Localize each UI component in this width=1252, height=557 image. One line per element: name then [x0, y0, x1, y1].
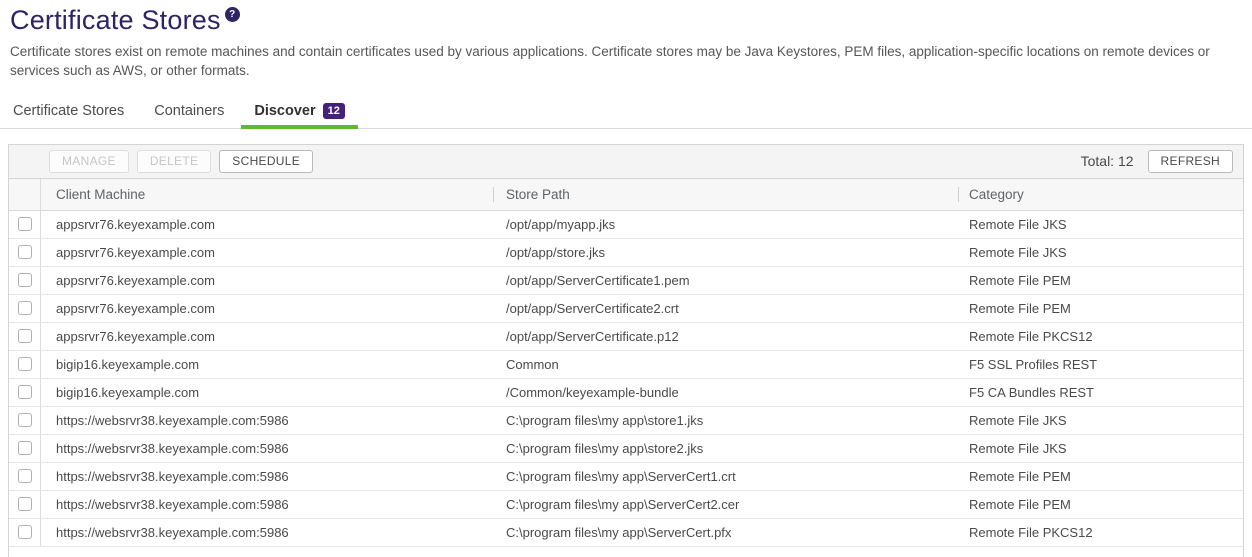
certificate-stores-grid: MANAGE DELETE SCHEDULE Total: 12 REFRESH…: [8, 144, 1244, 557]
tab-discover[interactable]: Discover 12: [241, 95, 358, 129]
row-checkbox-cell: [9, 463, 41, 490]
page-description: Certificate stores exist on remote machi…: [10, 43, 1242, 81]
category-cell: Remote File PEM: [958, 273, 1243, 288]
client-machine-cell: bigip16.keyexample.com: [41, 385, 493, 400]
page-header: Certificate Stores ? Certificate stores …: [0, 0, 1252, 81]
category-cell: Remote File JKS: [958, 441, 1243, 456]
table-row: appsrvr76.keyexample.com /opt/app/Server…: [9, 295, 1243, 323]
row-checkbox-cell: [9, 435, 41, 462]
category-cell: F5 SSL Profiles REST: [958, 357, 1243, 372]
row-checkbox-cell: [9, 379, 41, 406]
client-machine-cell: appsrvr76.keyexample.com: [41, 245, 493, 260]
manage-button[interactable]: MANAGE: [49, 150, 129, 173]
category-cell: Remote File PEM: [958, 301, 1243, 316]
store-path-cell: /opt/app/ServerCertificate2.crt: [493, 301, 958, 316]
table-row: appsrvr76.keyexample.com /opt/app/Server…: [9, 323, 1243, 351]
tab-containers[interactable]: Containers: [141, 95, 237, 128]
tab-badge: 12: [323, 103, 345, 119]
schedule-button[interactable]: SCHEDULE: [219, 150, 313, 173]
tab-label: Containers: [154, 103, 224, 119]
store-path-cell: /opt/app/myapp.jks: [493, 217, 958, 232]
row-checkbox-cell: [9, 491, 41, 518]
table-header: Client Machine Store Path Category: [9, 179, 1243, 211]
row-checkbox[interactable]: [18, 357, 32, 371]
table-row: https://websrvr38.keyexample.com:5986 C:…: [9, 463, 1243, 491]
row-checkbox-cell: [9, 351, 41, 378]
category-cell: Remote File JKS: [958, 413, 1243, 428]
total-count: Total: 12: [1081, 153, 1134, 169]
client-machine-cell: https://websrvr38.keyexample.com:5986: [41, 469, 493, 484]
page-title: Certificate Stores: [10, 4, 221, 36]
client-machine-cell: appsrvr76.keyexample.com: [41, 273, 493, 288]
store-path-cell: Common: [493, 357, 958, 372]
row-checkbox-cell: [9, 267, 41, 294]
client-machine-cell: appsrvr76.keyexample.com: [41, 217, 493, 232]
store-path-cell: /opt/app/ServerCertificate.p12: [493, 329, 958, 344]
row-checkbox[interactable]: [18, 245, 32, 259]
row-checkbox[interactable]: [18, 273, 32, 287]
store-path-cell: /opt/app/ServerCertificate1.pem: [493, 273, 958, 288]
row-checkbox[interactable]: [18, 441, 32, 455]
client-machine-cell: https://websrvr38.keyexample.com:5986: [41, 413, 493, 428]
row-checkbox-cell: [9, 323, 41, 350]
column-header-store-path[interactable]: Store Path: [493, 187, 958, 202]
header-checkbox-cell: [9, 179, 41, 210]
store-path-cell: /Common/keyexample-bundle: [493, 385, 958, 400]
client-machine-cell: https://websrvr38.keyexample.com:5986: [41, 497, 493, 512]
tab-label: Discover: [254, 103, 315, 119]
row-checkbox-cell: [9, 295, 41, 322]
table-row: https://websrvr38.keyexample.com:5986 C:…: [9, 407, 1243, 435]
row-checkbox[interactable]: [18, 217, 32, 231]
client-machine-cell: appsrvr76.keyexample.com: [41, 301, 493, 316]
client-machine-cell: appsrvr76.keyexample.com: [41, 329, 493, 344]
store-path-cell: /opt/app/store.jks: [493, 245, 958, 260]
row-checkbox[interactable]: [18, 329, 32, 343]
row-checkbox[interactable]: [18, 497, 32, 511]
column-header-client-machine[interactable]: Client Machine: [41, 187, 493, 202]
store-path-cell: C:\program files\my app\ServerCert2.cer: [493, 497, 958, 512]
client-machine-cell: https://websrvr38.keyexample.com:5986: [41, 441, 493, 456]
row-checkbox[interactable]: [18, 469, 32, 483]
grid-toolbar: MANAGE DELETE SCHEDULE Total: 12 REFRESH: [9, 145, 1243, 179]
column-header-category[interactable]: Category: [958, 187, 1243, 202]
tab-certificate-stores[interactable]: Certificate Stores: [0, 95, 137, 128]
row-checkbox-cell: [9, 407, 41, 434]
category-cell: Remote File PKCS12: [958, 525, 1243, 540]
store-path-cell: C:\program files\my app\ServerCert.pfx: [493, 525, 958, 540]
tabs: Certificate Stores Containers Discover 1…: [0, 95, 1252, 129]
category-cell: Remote File JKS: [958, 217, 1243, 232]
row-checkbox-cell: [9, 211, 41, 238]
table-row: appsrvr76.keyexample.com /opt/app/store.…: [9, 239, 1243, 267]
table-row: https://websrvr38.keyexample.com:5986 C:…: [9, 491, 1243, 519]
table-row: https://websrvr38.keyexample.com:5986 C:…: [9, 519, 1243, 547]
delete-button[interactable]: DELETE: [137, 150, 211, 173]
store-path-cell: C:\program files\my app\store1.jks: [493, 413, 958, 428]
store-path-cell: C:\program files\my app\store2.jks: [493, 441, 958, 456]
category-cell: Remote File JKS: [958, 245, 1243, 260]
table-row: https://websrvr38.keyexample.com:5986 C:…: [9, 435, 1243, 463]
row-checkbox[interactable]: [18, 525, 32, 539]
row-checkbox-cell: [9, 239, 41, 266]
tab-label: Certificate Stores: [13, 103, 124, 119]
category-cell: Remote File PEM: [958, 497, 1243, 512]
row-checkbox[interactable]: [18, 385, 32, 399]
table-row: bigip16.keyexample.com /Common/keyexampl…: [9, 379, 1243, 407]
table-row: appsrvr76.keyexample.com /opt/app/myapp.…: [9, 211, 1243, 239]
category-cell: Remote File PEM: [958, 469, 1243, 484]
grid-footer: [9, 547, 1243, 557]
row-checkbox-cell: [9, 519, 41, 546]
table-body: appsrvr76.keyexample.com /opt/app/myapp.…: [9, 211, 1243, 547]
category-cell: Remote File PKCS12: [958, 329, 1243, 344]
row-checkbox[interactable]: [18, 301, 32, 315]
store-path-cell: C:\program files\my app\ServerCert1.crt: [493, 469, 958, 484]
help-icon[interactable]: ?: [225, 7, 240, 22]
client-machine-cell: bigip16.keyexample.com: [41, 357, 493, 372]
category-cell: F5 CA Bundles REST: [958, 385, 1243, 400]
table-row: bigip16.keyexample.com Common F5 SSL Pro…: [9, 351, 1243, 379]
refresh-button[interactable]: REFRESH: [1148, 150, 1233, 173]
table-row: appsrvr76.keyexample.com /opt/app/Server…: [9, 267, 1243, 295]
client-machine-cell: https://websrvr38.keyexample.com:5986: [41, 525, 493, 540]
row-checkbox[interactable]: [18, 413, 32, 427]
